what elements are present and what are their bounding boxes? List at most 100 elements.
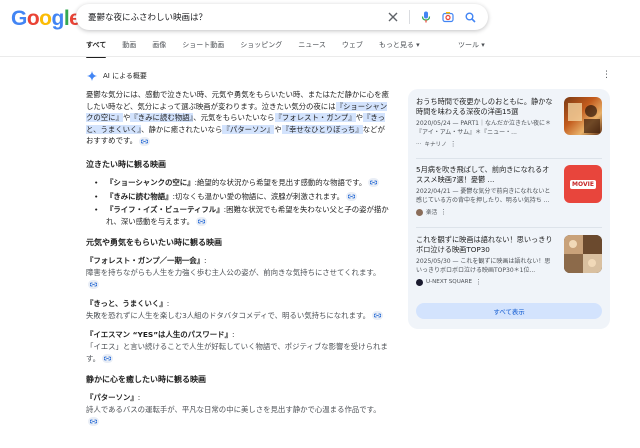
movie-desc: 「イエス」と言い続けることで人生が好転していく物語で、ポジティブな影響を受けられ…	[86, 341, 388, 363]
intro-text: や	[274, 124, 282, 134]
source-thumbnail[interactable]	[564, 235, 602, 273]
link-icon[interactable]	[139, 136, 150, 146]
movie-desc: 失敗を恐れずに人生を楽しむ3人組のドタバタコメディで、明るい気持ちになれます。	[86, 310, 370, 320]
link-icon[interactable]	[88, 416, 99, 426]
link-icon[interactable]	[102, 354, 114, 363]
movie-desc: 障害を持ちながらも人生を力強く歩む主人公の姿が、前向きな気持ちにさせてくれます。	[86, 267, 381, 277]
more-options-icon[interactable]: ⋮	[602, 70, 611, 80]
list-item: 『ショーシャンクの空に』:絶望的な状況から希望を見出す感動的な物語です。	[86, 177, 392, 189]
ai-overview-content: 憂鬱な気分には、感動で泣きたい時、元気や勇気をもらいたい時、またはただ静かに心を…	[86, 89, 392, 435]
movie-name: 『ショーシャンクの空に』	[106, 177, 195, 187]
movie-entry: 『イエスマン “YES”は人生のパスワード』: 「イエス」と言い続けることで人生…	[86, 329, 392, 364]
source-site-name: 楽活	[426, 210, 438, 216]
tab-more[interactable]: もっと見る ▾	[379, 40, 420, 50]
section-heading: 静かに心を癒したい時に観る映画	[86, 375, 206, 385]
gemini-sparkle-icon	[86, 70, 98, 82]
show-all-button[interactable]: すべて表示	[416, 303, 602, 319]
list-item: 『ライフ・イズ・ビューティフル』:困難な状況でも希望を失わない父と子の姿が描かれ…	[86, 204, 392, 227]
ai-overview-title: AI による概要	[103, 72, 147, 80]
lens-icon[interactable]	[442, 11, 454, 23]
source-site-icon: ···	[416, 141, 422, 147]
tab-news[interactable]: ニュース	[298, 40, 326, 50]
movie-suffix: :	[231, 330, 235, 340]
source-title[interactable]: これを観ずに映画は語れない！思いっきりボロ泣ける映画TOP30	[416, 235, 556, 255]
highlight-forrest-gump[interactable]: 『フォレスト・ガンプ』	[274, 113, 356, 123]
search-icon[interactable]	[464, 11, 476, 23]
ai-intro: 憂鬱な気分には、感動で泣きたい時、元気や勇気をもらいたい時、またはただ静かに心を…	[86, 89, 392, 147]
source-divider	[416, 158, 602, 159]
tab-videos[interactable]: 動画	[122, 40, 136, 50]
tab-shopping[interactable]: ショッピング	[240, 40, 282, 50]
movie-name: 『きっと、うまくいく』	[86, 299, 167, 309]
tab-short-videos[interactable]: ショート動画	[182, 40, 224, 50]
link-icon[interactable]	[88, 280, 99, 290]
movie-entry: 『きっと、うまくいく』: 失敗を恐れずに人生を楽しむ3人組のドタバタコメディで、…	[86, 298, 392, 321]
source-text: これを観ずに映画は語れない！思いっきりボロ泣ける映画TOP30 2025/05/…	[416, 235, 556, 286]
link-icon[interactable]	[372, 311, 383, 321]
sad-movie-list: 『ショーシャンクの空に』:絶望的な状況から希望を見出す感動的な物語です。 『きみ…	[86, 177, 392, 227]
source-site: U-NEXT SQUARE ⋮	[416, 278, 556, 286]
intro-text: や	[355, 113, 363, 123]
search-divider	[409, 10, 410, 24]
search-input[interactable]: 憂鬱な夜にふさわしい映画は？	[76, 11, 387, 23]
movie-thumb-label: MOVIE	[570, 179, 596, 189]
movie-entry: 『パターソン』: 詩人であるバスの運転手が、平凡な日常の中に美しさを見出す静かで…	[86, 392, 392, 427]
source-thumbnail[interactable]: MOVIE	[564, 165, 602, 203]
movie-desc: :切なくも温かい愛の物語に、涙腺が刺激されます。	[172, 191, 345, 201]
source-site: ··· キナリノ ⋮	[416, 140, 556, 148]
tools-button[interactable]: ツール ▾	[458, 40, 485, 50]
tab-web[interactable]: ウェブ	[342, 40, 363, 50]
movie-suffix: :	[137, 393, 141, 403]
movie-desc: :絶望的な状況から希望を見出す感動的な物語です。	[194, 177, 367, 187]
source-title[interactable]: 5月病を吹き飛ばして、前向きになれるオススメ映画7選！憂鬱 ...	[416, 165, 556, 185]
link-icon[interactable]	[346, 192, 358, 202]
microphone-icon[interactable]	[420, 11, 432, 23]
movie-name: 『ライフ・イズ・ビューティフル』	[106, 205, 224, 215]
logo-letter: o	[26, 7, 40, 30]
movie-name: 『きみに読む物語』	[106, 191, 173, 201]
intro-text: 、元気をもらいたいなら	[193, 113, 275, 123]
source-thumbnail[interactable]	[564, 97, 602, 135]
source-more-icon[interactable]: ⋮	[440, 208, 447, 216]
source-more-icon[interactable]: ⋮	[450, 140, 457, 148]
movie-suffix: :	[166, 299, 170, 309]
source-title[interactable]: おうち時間で夜更かしのおともに。静かな時間を味わえる深夜の洋画15選	[416, 97, 556, 117]
section-heading: 元気や勇気をもらいたい時に観る映画	[86, 238, 222, 248]
highlight-notebook[interactable]: 『きみに読む物語』	[130, 113, 194, 123]
movie-name: 『イエスマン “YES”は人生のパスワード』	[86, 330, 232, 340]
logo-letter: G	[11, 7, 27, 30]
highlight-paterson[interactable]: 『パターソン』	[222, 124, 275, 134]
source-more-icon[interactable]: ⋮	[475, 278, 482, 286]
movie-entry: 『フォレスト・ガンプ／一期一会』: 障害を持ちながらも人生を力強く歩む主人公の姿…	[86, 255, 392, 290]
highlight-ove[interactable]: 『幸せなひとりぼっち』	[281, 124, 363, 134]
sources-panel: おうち時間で夜更かしのおともに。静かな時間を味わえる深夜の洋画15選 2020/…	[408, 89, 610, 329]
source-text: 5月病を吹き飛ばして、前向きになれるオススメ映画7選！憂鬱 ... 2022/0…	[416, 165, 556, 216]
source-site: 楽活 ⋮	[416, 208, 556, 216]
movie-desc: 詩人であるバスの運転手が、平凡な日常の中に美しさを見出す静かで心温まる作品です。	[86, 404, 381, 414]
tab-all[interactable]: すべて	[86, 40, 107, 58]
clear-icon[interactable]	[387, 11, 399, 23]
google-logo[interactable]: Google	[11, 7, 81, 31]
intro-text: 、静かに癒されたいなら	[141, 124, 223, 134]
source-meta: 2025/05/30 — これを観ずに映画は語れない！思いっきりボロボロ泣ける映…	[416, 258, 551, 274]
source-meta: 2020/05/24 — PART1｜なんだか泣きたい夜に＊『アイ・アム・サム』…	[416, 120, 551, 136]
source-site-name: キナリノ	[424, 142, 447, 148]
source-text: おうち時間で夜更かしのおともに。静かな時間を味わえる深夜の洋画15選 2020/…	[416, 97, 556, 148]
logo-letter: o	[39, 7, 52, 30]
search-tabs: すべて 動画 画像 ショート動画 ショッピング ニュース ウェブ もっと見る ▾	[86, 40, 420, 58]
header-divider	[0, 56, 640, 57]
search-actions	[387, 10, 488, 24]
movie-name: 『フォレスト・ガンプ／一期一会』	[86, 256, 205, 266]
link-icon[interactable]	[368, 178, 380, 188]
ai-overview-header: AI による概要	[86, 70, 147, 82]
source-site-name: U-NEXT SQUARE	[426, 279, 473, 285]
source-favicon	[416, 278, 423, 286]
tab-images[interactable]: 画像	[152, 40, 166, 50]
search-box[interactable]: 憂鬱な夜にふさわしい映画は？	[76, 4, 488, 30]
source-divider	[416, 227, 602, 228]
logo-letter: g	[51, 7, 65, 30]
source-meta: 2022/04/21 — 憂鬱な気分で前向きになれないと感じている方の背中を押し…	[416, 188, 551, 204]
link-icon[interactable]	[196, 217, 208, 227]
movie-suffix: :	[204, 256, 207, 266]
movie-name: 『パターソン』	[86, 393, 138, 403]
